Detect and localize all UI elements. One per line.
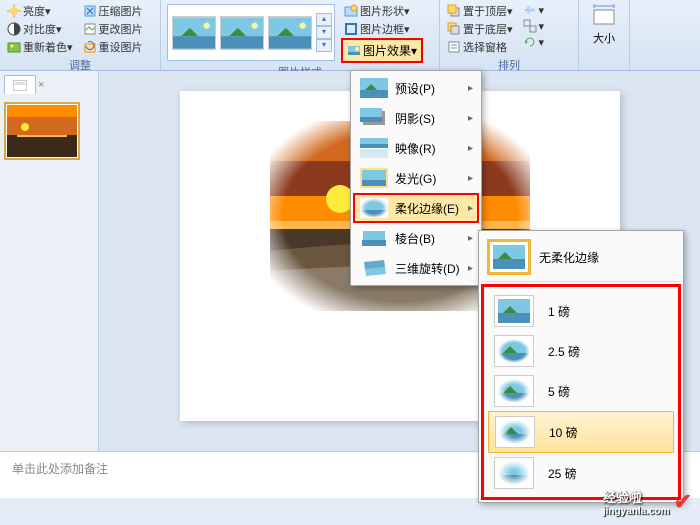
ribbon-group-arrange: 置于顶层 ▾ 置于底层 ▾ 选择窗格 ▾ ▾ ▾ 排列: [440, 0, 579, 70]
slide-thumbnail-1[interactable]: [4, 102, 80, 160]
ribbon-group-adjust: 亮度 ▾ 对比度 ▾ 重新着色 ▾ 压缩图片 更改图片 重设图片 调整: [0, 0, 161, 70]
effects-soft-edges[interactable]: 柔化边缘(E)▸: [353, 193, 479, 223]
size-icon[interactable]: [590, 2, 618, 30]
ribbon-toolbar: 亮度 ▾ 对比度 ▾ 重新着色 ▾ 压缩图片 更改图片 重设图片 调整 ▴▾▾ …: [0, 0, 700, 71]
soft-edge-10pt[interactable]: 10 磅: [488, 411, 674, 453]
ribbon-group-size: 大小: [579, 0, 630, 70]
brightness-button[interactable]: 亮度 ▾: [4, 2, 76, 20]
soft-edges-none[interactable]: 无柔化边缘: [481, 233, 681, 282]
recolor-button[interactable]: 重新着色 ▾: [4, 38, 76, 56]
send-back-button[interactable]: 置于底层 ▾: [444, 20, 516, 38]
group-button[interactable]: ▾: [520, 18, 548, 34]
soft-edges-submenu: 无柔化边缘 1 磅 2.5 磅 5 磅 10 磅 25 磅: [478, 230, 684, 503]
effects-reflection[interactable]: 映像(R)▸: [353, 133, 479, 163]
compress-button[interactable]: 压缩图片: [80, 2, 146, 20]
rotate-button[interactable]: ▾: [520, 34, 548, 50]
watermark: 经验啦 jingyanla.com ✔: [603, 487, 692, 517]
ribbon-group-styles: ▴▾▾ 图片形状 ▾ 图片边框 ▾ 图片效果 ▾ 图片样式: [161, 0, 440, 70]
check-icon: ✔: [674, 489, 692, 515]
picture-border-button[interactable]: 图片边框 ▾: [341, 20, 423, 38]
picture-effects-menu: 预设(P)▸ 阴影(S)▸ 映像(R)▸ 发光(G)▸ 柔化边缘(E)▸ 棱台(…: [350, 70, 482, 286]
slide-thumbnail-panel: ×: [0, 71, 99, 451]
bring-front-button[interactable]: 置于顶层 ▾: [444, 2, 516, 20]
soft-edge-5pt[interactable]: 5 磅: [488, 371, 674, 411]
picture-styles-gallery[interactable]: ▴▾▾: [167, 4, 335, 61]
selection-pane-button[interactable]: 选择窗格: [444, 38, 516, 56]
soft-edges-options: 1 磅 2.5 磅 5 磅 10 磅 25 磅: [481, 284, 681, 500]
effects-glow[interactable]: 发光(G)▸: [353, 163, 479, 193]
thumbnail-tab[interactable]: [4, 75, 36, 94]
picture-shape-button[interactable]: 图片形状 ▾: [341, 2, 423, 20]
contrast-button[interactable]: 对比度 ▾: [4, 20, 76, 38]
effects-preset[interactable]: 预设(P)▸: [353, 73, 479, 103]
soft-edge-1pt[interactable]: 1 磅: [488, 291, 674, 331]
soft-edge-2-5pt[interactable]: 2.5 磅: [488, 331, 674, 371]
close-panel-icon[interactable]: ×: [36, 77, 46, 93]
gallery-scroll[interactable]: ▴▾▾: [316, 13, 332, 52]
picture-effects-button[interactable]: 图片效果 ▾: [341, 38, 423, 63]
effects-3d-rotation[interactable]: 三维旋转(D)▸: [353, 253, 479, 283]
change-picture-button[interactable]: 更改图片: [80, 20, 146, 38]
effects-bevel[interactable]: 棱台(B)▸: [353, 223, 479, 253]
reset-picture-button[interactable]: 重设图片: [80, 38, 146, 56]
effects-shadow[interactable]: 阴影(S)▸: [353, 103, 479, 133]
align-button[interactable]: ▾: [520, 2, 548, 18]
